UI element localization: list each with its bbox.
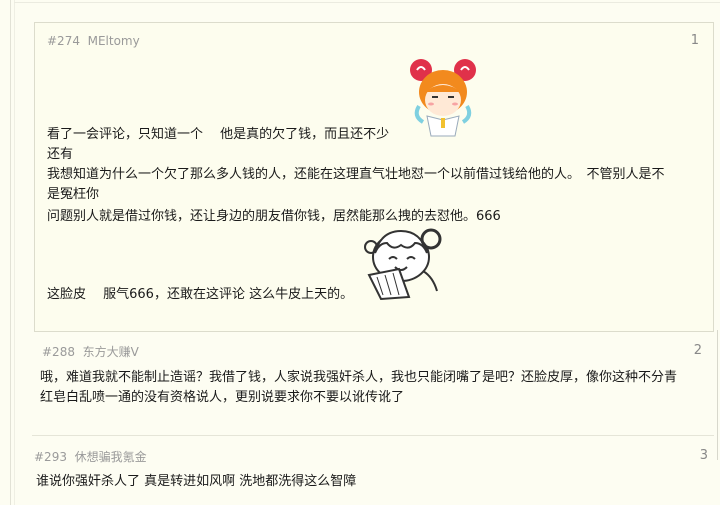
- laughing-girl-sticker: [364, 228, 442, 301]
- scroll-edge: [717, 330, 718, 460]
- post-meta: #274 MEltomy: [47, 34, 140, 48]
- post-meta: #288 东方大赚V: [42, 343, 139, 360]
- comment-line: 红皂白乱喷一通的没有资格说人，更别说要求你不要以讹传讹了: [40, 390, 405, 405]
- page-left-rule-inner: [14, 0, 15, 505]
- floor-number: 2: [693, 343, 702, 358]
- comment-post: #288 东方大赚V 2 哦，难道我就不能制止造谣？我借了钱，人家说我强奸杀人，…: [32, 334, 714, 436]
- post-meta: #293 休想骗我氪金: [34, 448, 147, 465]
- comment-line: 谁说你强奸杀人了 真是转进如风啊 洗地都洗得这么智障: [36, 474, 357, 489]
- comment-post: #293 休想骗我氪金 3 谁说你强奸杀人了 真是转进如风啊 洗地都洗得这么智障: [22, 440, 714, 505]
- comment-line: 是冤枉你: [47, 187, 100, 202]
- comment-line: 问题别人就是借过你钱，还让身边的朋友借你钱，居然能那么拽的去怼他。666: [47, 209, 501, 224]
- orange-hair-girl-sticker: [410, 59, 476, 137]
- post-id: #293: [34, 450, 67, 464]
- comment-line: 还有: [47, 147, 74, 162]
- post-id: #288: [42, 345, 75, 359]
- post-author[interactable]: 东方大赚V: [83, 345, 139, 359]
- post-author[interactable]: 休想骗我氪金: [75, 450, 147, 464]
- comment-line: 我想知道为什么一个欠了那么多人钱的人，还能在这理直气壮地怼一个以前借过钱给他的人…: [47, 167, 665, 182]
- comment-post: #274 MEltomy 1 看了一会评论，只知道一个 他是真的欠了钱，而且还不…: [34, 22, 714, 332]
- page-top-rule: [14, 2, 720, 3]
- page-left-rule: [10, 0, 11, 505]
- comment-line: 看了一会评论，只知道一个 他是真的欠了钱，而且还不少: [47, 127, 390, 142]
- comment-line: 这脸皮 服气666，还敢在这评论 这么牛皮上天的。: [47, 287, 354, 302]
- comment-line: 哦，难道我就不能制止造谣？我借了钱，人家说我强奸杀人，我也只能闭嘴了是吧？还脸皮…: [40, 370, 678, 385]
- post-id: #274: [47, 34, 80, 48]
- floor-number: 1: [690, 33, 699, 48]
- post-author[interactable]: MEltomy: [88, 34, 140, 48]
- floor-number: 3: [699, 448, 708, 463]
